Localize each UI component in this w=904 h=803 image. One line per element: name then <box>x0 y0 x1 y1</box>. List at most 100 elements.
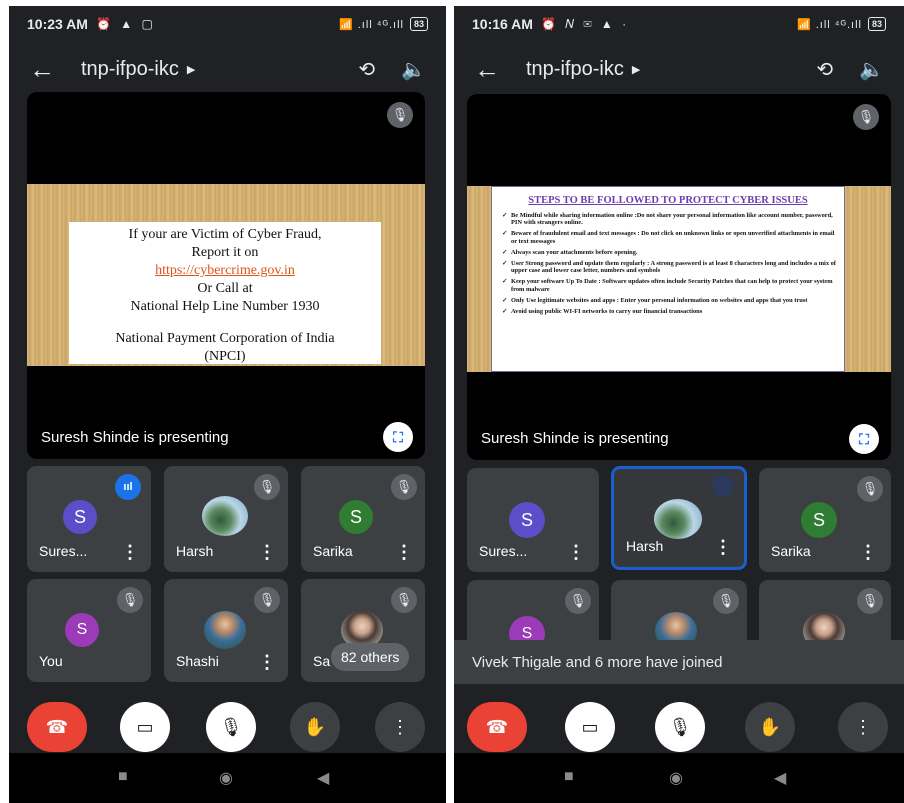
mic-off-icon: 🎙 <box>254 474 280 500</box>
slide-text-box: STEPS TO BE FOLLOWED TO PROTECT CYBER IS… <box>491 186 845 372</box>
home-icon[interactable]: ◉ <box>669 768 683 788</box>
participant-tile[interactable]: 🎙 S Sarika ⋮ <box>759 468 891 572</box>
mic-off-icon: 🎙 <box>857 588 883 614</box>
end-call-icon[interactable]: ☎ <box>27 702 87 752</box>
nav-back-icon[interactable]: ◀ <box>774 768 786 788</box>
mic-off-icon[interactable]: 🎙 <box>206 702 256 752</box>
avatar: S <box>63 500 97 534</box>
more-options-icon[interactable]: ⋮ <box>375 702 425 752</box>
status-time: 10:16 AM <box>472 16 533 32</box>
participant-tile[interactable]: S Sures... ⋮ <box>467 468 599 572</box>
more-options-icon[interactable]: ⋮ <box>258 653 276 671</box>
more-options-icon[interactable]: ⋮ <box>121 543 139 561</box>
presenting-label: Suresh Shinde is presenting <box>41 429 229 446</box>
status-bar: 10:16 AM ⏰ 𝑁 ✉ ▲ · 📶 .ıll ⁴ᴳ.ıll 83 <box>454 6 904 42</box>
mic-off-icon: 🎙 <box>391 587 417 613</box>
more-options-icon[interactable]: ⋮ <box>567 543 585 561</box>
avatar <box>204 611 246 649</box>
home-icon[interactable]: ◉ <box>219 768 233 788</box>
slide-line: Or Call at <box>197 281 253 296</box>
participant-tile-selected[interactable]: Harsh ⋮ <box>611 466 747 570</box>
fullscreen-icon[interactable]: ⛶ <box>383 422 413 452</box>
raise-hand-icon[interactable]: ✋ <box>290 702 340 752</box>
mic-off-icon: 🎙 <box>565 588 591 614</box>
slide-line: National Payment Corporation of India <box>115 331 335 346</box>
caret-right-icon[interactable]: ▶ <box>187 63 195 76</box>
mic-off-icon: 🎙 <box>391 474 417 500</box>
participant-tile[interactable]: 🎙 S You <box>27 579 151 682</box>
participant-tile[interactable]: 🎙 Sa 82 others <box>301 579 425 682</box>
raise-hand-icon[interactable]: ✋ <box>745 702 795 752</box>
slide-line: Report it on <box>191 245 259 260</box>
camera-off-icon[interactable]: ▭ <box>120 702 170 752</box>
slide-bullet: Be Mindful while sharing information onl… <box>502 212 838 227</box>
more-options-icon[interactable]: ⋮ <box>258 543 276 561</box>
meeting-title[interactable]: tnp-ifpo-ikc <box>526 58 624 81</box>
call-controls: ☎ ▭ 🎙 ✋ ⋮ <box>454 694 904 760</box>
speaker-icon[interactable]: 🔈 <box>401 57 426 82</box>
join-notification: Vivek Thigale and 6 more have joined <box>454 640 904 684</box>
notification-icons: ⏰ ▲ ▢ <box>95 17 156 31</box>
participant-tile[interactable]: 🎙 Shashi ⋮ <box>164 579 288 682</box>
call-controls: ☎ ▭ 🎙 ✋ ⋮ <box>9 694 446 760</box>
battery-icon: 83 <box>409 17 428 31</box>
avatar <box>202 496 248 536</box>
presentation-stage[interactable]: 🎙 If your are Victim of Cyber Fraud, Rep… <box>27 92 425 459</box>
slide-text-box: If your are Victim of Cyber Fraud, Repor… <box>69 222 381 364</box>
slide-bullet: User Strong password and update them reg… <box>502 260 838 275</box>
speaker-icon[interactable]: 🔈 <box>859 57 884 82</box>
nav-back-icon[interactable]: ◀ <box>317 768 329 788</box>
mic-off-icon: 🎙 <box>857 476 883 502</box>
mic-off-icon: 🎙 <box>853 104 879 130</box>
participant-tile[interactable]: 🎙 Harsh ⋮ <box>164 466 288 572</box>
end-call-icon[interactable]: ☎ <box>467 702 527 752</box>
participant-name: Sarika <box>313 543 353 559</box>
participant-name: Sures... <box>479 543 528 559</box>
avatar: S <box>801 502 837 538</box>
participant-tile[interactable]: 🎙 S Sarika ⋮ <box>301 466 425 572</box>
slide-bullet: Beware of fraudulent email and text mess… <box>502 230 838 245</box>
avatar: S <box>509 502 545 538</box>
signal-icon: 📶 .ıll ⁴ᴳ.ıll <box>338 18 404 31</box>
participant-name: You <box>39 653 63 669</box>
mic-off-icon: 🎙 <box>713 588 739 614</box>
presentation-stage[interactable]: 🎙 STEPS TO BE FOLLOWED TO PROTECT CYBER … <box>467 94 891 460</box>
caret-right-icon[interactable]: ▶ <box>632 63 640 76</box>
slide-bullet: Keep your software Up To Date : Software… <box>502 278 838 293</box>
more-options-icon[interactable]: ⋮ <box>838 702 888 752</box>
participant-name: Harsh <box>176 543 214 559</box>
more-options-icon[interactable]: ⋮ <box>714 538 732 556</box>
meeting-title[interactable]: tnp-ifpo-ikc <box>81 58 179 81</box>
slide-heading: STEPS TO BE FOLLOWED TO PROTECT CYBER IS… <box>528 195 808 206</box>
participant-name: Sarika <box>771 543 811 559</box>
android-nav-bar: ■ ◉ ◀ <box>9 753 446 803</box>
participant-name: Sures... <box>39 543 88 559</box>
meeting-header: ← tnp-ifpo-ikc ▶ ⟲ 🔈 <box>9 46 446 92</box>
mic-off-icon: 🎙 <box>254 587 280 613</box>
fullscreen-icon[interactable]: ⛶ <box>849 424 879 454</box>
more-options-icon[interactable]: ⋮ <box>859 543 877 561</box>
switch-camera-icon[interactable]: ⟲ <box>358 57 375 82</box>
camera-off-icon[interactable]: ▭ <box>565 702 615 752</box>
switch-camera-icon[interactable]: ⟲ <box>816 57 833 82</box>
battery-icon: 83 <box>867 17 886 31</box>
back-arrow-icon[interactable]: ← <box>474 54 508 85</box>
slide-line: If your are Victim of Cyber Fraud, <box>128 227 322 242</box>
presentation-slide: STEPS TO BE FOLLOWED TO PROTECT CYBER IS… <box>467 186 891 372</box>
android-nav-bar: ■ ◉ ◀ <box>454 753 904 803</box>
mic-off-icon[interactable]: 🎙 <box>655 702 705 752</box>
mic-off-icon: 🎙 <box>387 102 413 128</box>
back-arrow-icon[interactable]: ← <box>29 54 63 85</box>
mic-off-icon: 🎙 <box>117 587 143 613</box>
recent-apps-icon[interactable]: ■ <box>118 768 128 786</box>
others-count-badge[interactable]: 82 others <box>331 643 410 671</box>
right-screenshot: 10:16 AM ⏰ 𝑁 ✉ ▲ · 📶 .ıll ⁴ᴳ.ıll 83 ← tn… <box>454 6 904 803</box>
participant-tile[interactable]: ııl S Sures... ⋮ <box>27 466 151 572</box>
slide-bullet: Only Use legitimate websites and apps : … <box>502 297 838 305</box>
participant-name: Shashi <box>176 653 219 669</box>
status-time: 10:23 AM <box>27 16 88 32</box>
recent-apps-icon[interactable]: ■ <box>564 768 574 786</box>
slide-line: National Help Line Number 1930 <box>130 299 320 314</box>
speaking-indicator-icon <box>712 475 734 497</box>
more-options-icon[interactable]: ⋮ <box>395 543 413 561</box>
